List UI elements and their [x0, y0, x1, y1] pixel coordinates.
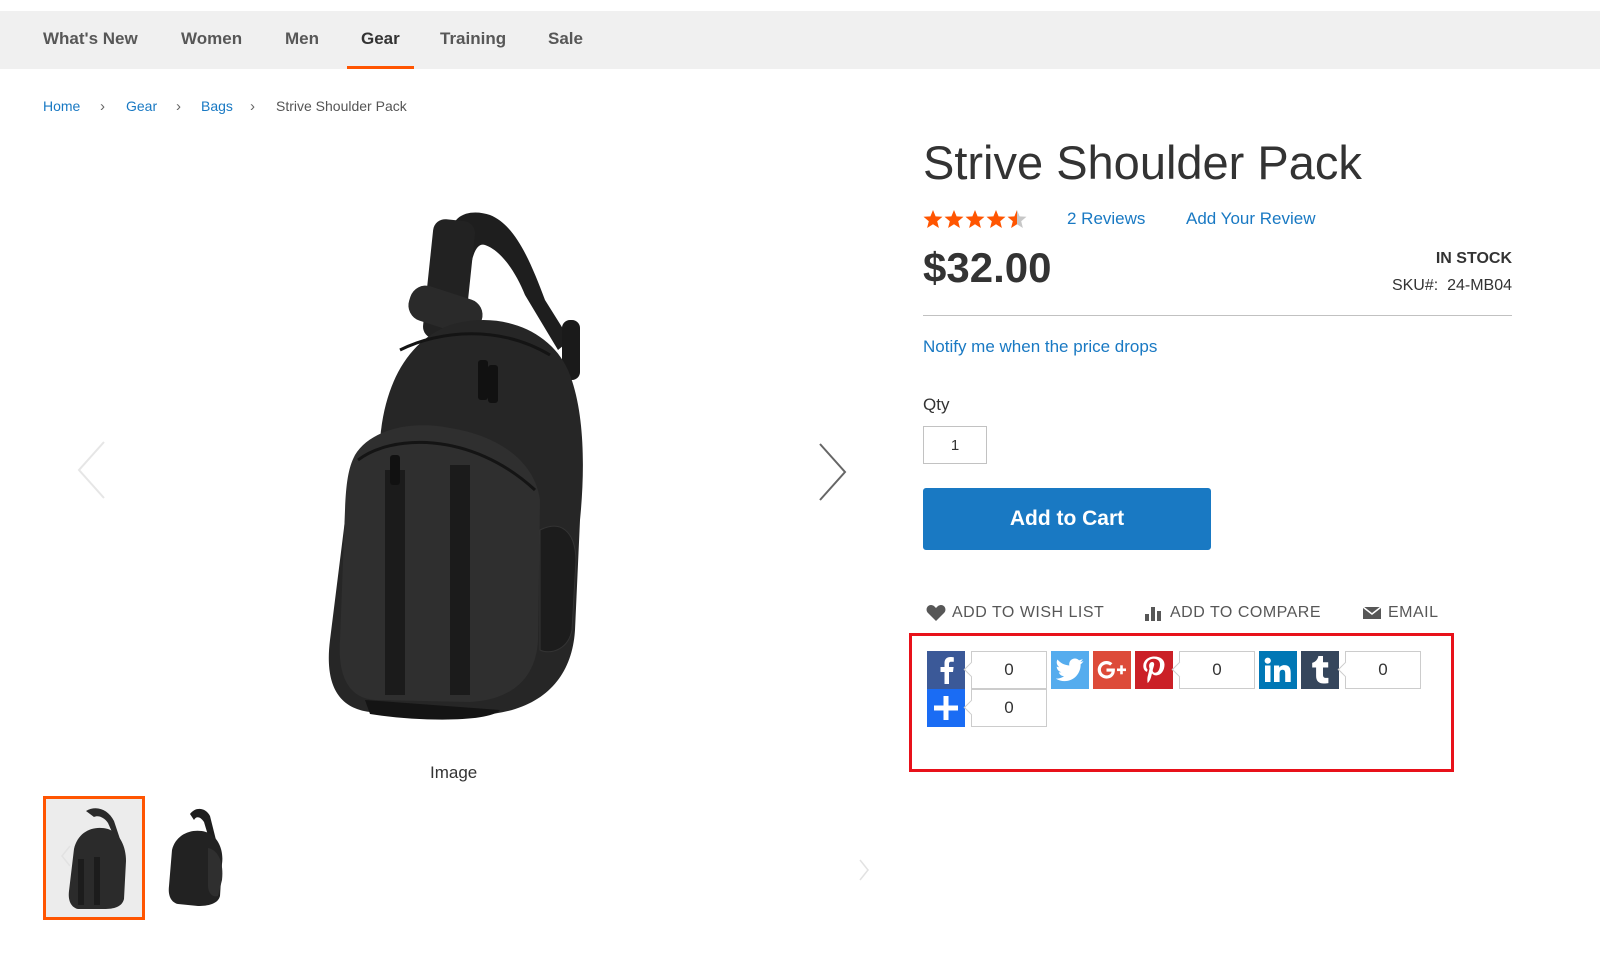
twitter-icon — [1056, 658, 1084, 682]
sku-label: SKU#: — [1391, 277, 1439, 294]
wishlist-label: ADD TO WISH LIST — [952, 604, 1105, 621]
nav-item-training[interactable]: Training — [440, 11, 506, 69]
gallery-next-arrow-icon[interactable] — [816, 442, 848, 502]
qty-label: Qty — [923, 395, 950, 414]
tumblr-share-count: 0 — [1345, 651, 1421, 689]
star-icon — [986, 210, 1006, 228]
addthis-share-count: 0 — [971, 689, 1047, 727]
tumblr-share-button[interactable] — [1301, 651, 1339, 689]
nav-item-women[interactable]: Women — [181, 11, 242, 69]
googleplus-icon — [1097, 661, 1126, 679]
breadcrumb-current: Strive Shoulder Pack — [276, 98, 407, 114]
nav-item-men[interactable]: Men — [285, 11, 319, 69]
star-icon — [923, 210, 943, 228]
linkedin-share-button[interactable] — [1259, 651, 1297, 689]
pinterest-icon — [1143, 656, 1165, 683]
breadcrumb-separator: › — [250, 98, 255, 115]
product-main-image — [328, 212, 583, 720]
top-navigation: What's New Women Men Gear Training Sale — [0, 11, 1600, 69]
thumbnail-next-arrow-icon[interactable] — [858, 858, 870, 882]
rating-stars — [923, 210, 1027, 228]
addthis-share-button[interactable] — [927, 689, 965, 727]
nav-item-whats-new[interactable]: What's New — [43, 11, 138, 69]
facebook-icon — [940, 657, 954, 684]
heart-icon — [926, 605, 946, 621]
product-sku: SKU#: 24-MB04 — [1392, 277, 1512, 295]
breadcrumb-gear[interactable]: Gear — [126, 98, 157, 114]
breadcrumb-bags[interactable]: Bags — [201, 98, 233, 114]
add-to-wishlist-link[interactable]: ADD TO WISH LIST — [926, 604, 1104, 622]
sku-value: 24-MB04 — [1447, 277, 1512, 294]
thumbnail-prev-arrow-icon[interactable] — [60, 844, 72, 868]
half-star-icon — [1007, 210, 1027, 228]
thumbnail-2-image — [168, 808, 223, 906]
price-divider — [923, 315, 1512, 316]
product-title: Strive Shoulder Pack — [923, 136, 1362, 189]
add-to-cart-button[interactable]: Add to Cart — [923, 488, 1211, 550]
add-to-compare-link[interactable]: ADD TO COMPARE — [1144, 604, 1321, 622]
qty-input[interactable] — [923, 426, 987, 464]
star-icon — [965, 210, 985, 228]
image-caption: Image — [430, 763, 478, 782]
gallery-prev-arrow-icon[interactable] — [76, 440, 108, 500]
envelope-icon — [1362, 606, 1382, 619]
star-icon — [944, 210, 964, 228]
linkedin-icon — [1264, 657, 1291, 682]
googleplus-share-button[interactable] — [1093, 651, 1131, 689]
facebook-share-count: 0 — [971, 651, 1047, 689]
plus-icon — [934, 696, 958, 720]
thumbnail-2[interactable] — [150, 800, 252, 924]
nav-item-sale[interactable]: Sale — [548, 11, 583, 69]
twitter-share-button[interactable] — [1051, 651, 1089, 689]
reviews-link[interactable]: 2 Reviews — [1067, 209, 1145, 229]
email-link[interactable]: EMAIL — [1362, 604, 1439, 622]
bar-chart-icon — [1145, 607, 1161, 621]
stock-status: IN STOCK — [1435, 250, 1512, 267]
pinterest-share-count: 0 — [1179, 651, 1255, 689]
breadcrumb-separator: › — [100, 98, 105, 115]
nav-item-gear[interactable]: Gear — [347, 11, 414, 69]
tumblr-icon — [1312, 656, 1329, 684]
add-review-link[interactable]: Add Your Review — [1186, 209, 1315, 229]
compare-label: ADD TO COMPARE — [1170, 604, 1322, 621]
email-label: EMAIL — [1388, 604, 1439, 621]
pinterest-share-button[interactable] — [1135, 651, 1173, 689]
price-alert-link[interactable]: Notify me when the price drops — [923, 337, 1157, 357]
breadcrumb-home[interactable]: Home — [43, 98, 80, 114]
thumbnail-1[interactable] — [43, 796, 145, 920]
breadcrumb-separator: › — [176, 98, 181, 115]
facebook-share-button[interactable] — [927, 651, 965, 689]
product-price: $32.00 — [923, 244, 1052, 291]
